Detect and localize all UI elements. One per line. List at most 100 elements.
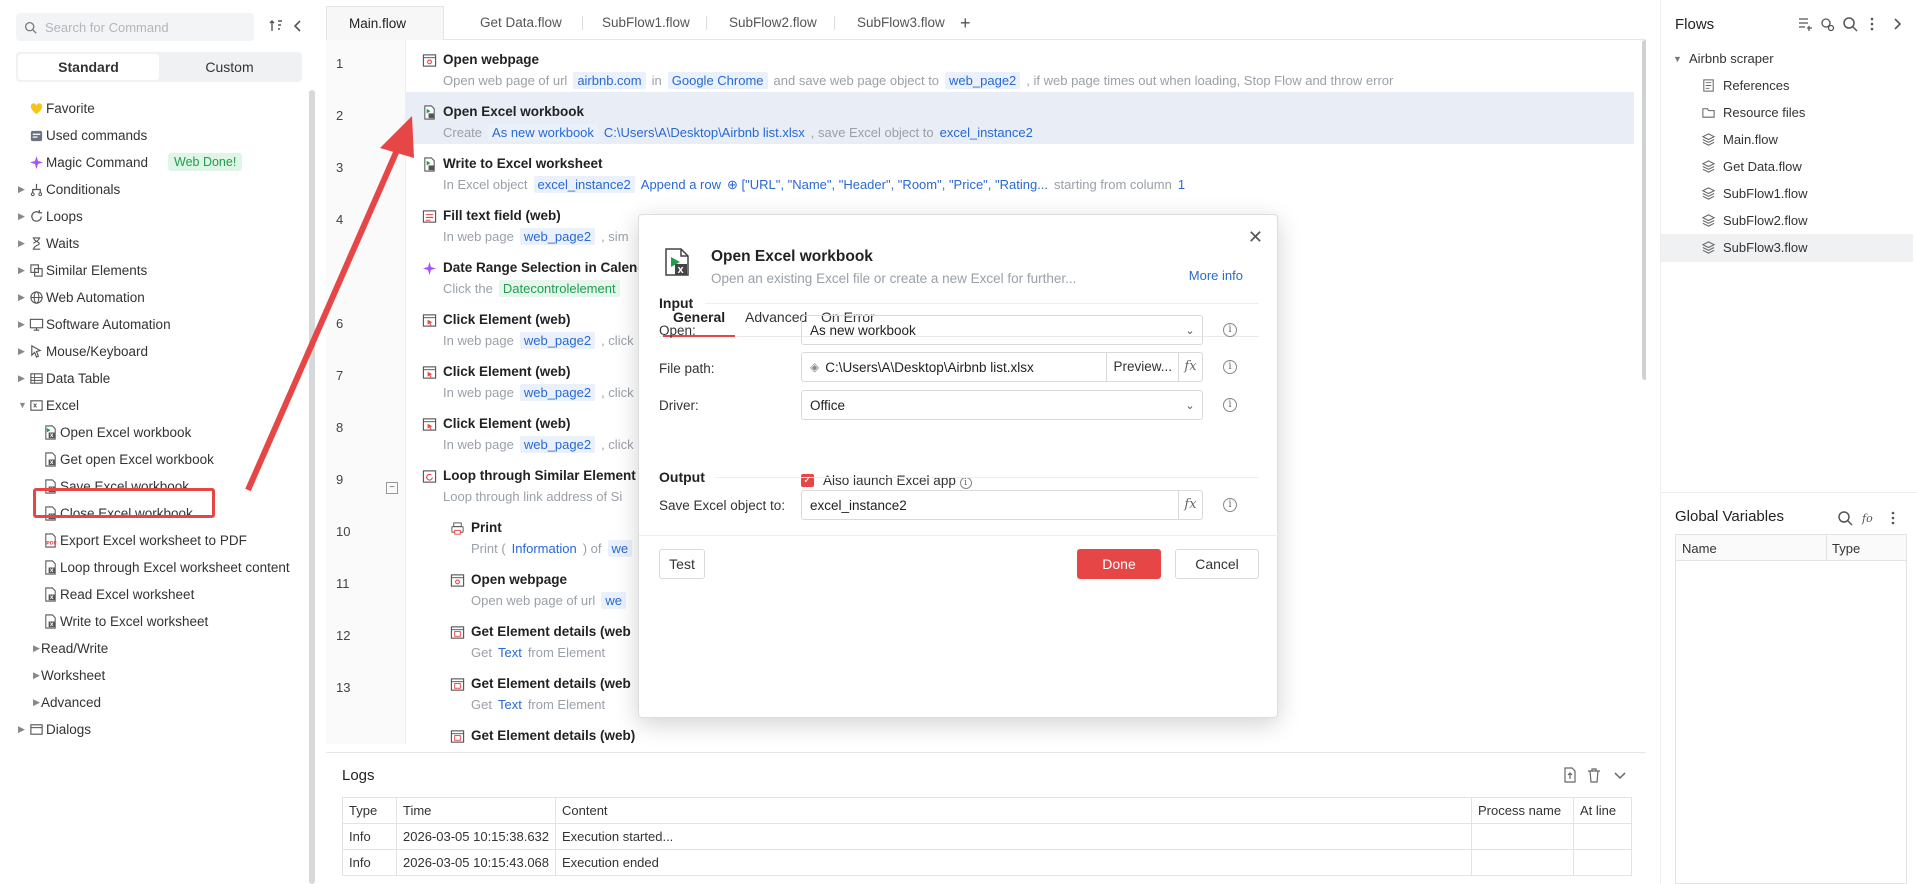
test-button[interactable]: Test xyxy=(659,549,705,579)
info-icon[interactable]: i xyxy=(1223,360,1237,374)
editor-scrollbar[interactable] xyxy=(1642,40,1646,380)
also-launch-checkbox[interactable]: ✓ xyxy=(801,474,814,487)
open-select[interactable]: As new workbook ⌄ xyxy=(801,315,1203,345)
done-button[interactable]: Done xyxy=(1077,549,1161,579)
more-info-link[interactable]: More info xyxy=(1189,268,1243,283)
step-token[interactable]: web_page2 xyxy=(519,228,596,245)
step-token[interactable]: we xyxy=(607,540,633,557)
collapse-loop-button[interactable]: − xyxy=(386,482,398,494)
tree-item-get-open-excel-workbook[interactable]: X Get open Excel workbook xyxy=(0,445,310,473)
tree-item-worksheet[interactable]: ▶ Worksheet xyxy=(0,661,310,689)
step-token[interactable]: Datecontrolelement xyxy=(498,280,620,297)
flow-item-subflow2-flow[interactable]: SubFlow2.flow xyxy=(1661,207,1913,235)
export-log-icon[interactable] xyxy=(1562,767,1578,783)
tab-main-flow[interactable]: Main.flow xyxy=(326,6,444,40)
command-search-input[interactable] xyxy=(45,19,245,35)
tree-item-data-table[interactable]: ▶ Data Table xyxy=(0,364,310,392)
settings-flow-icon[interactable] xyxy=(1819,16,1835,32)
driver-select[interactable]: Office ⌄ xyxy=(801,390,1203,420)
step-token[interactable]: C:\Users\A\Desktop\Airbnb list.xlsx xyxy=(604,125,805,140)
step-token[interactable]: web_page2 xyxy=(945,72,1021,89)
caret-right-icon[interactable]: ▶ xyxy=(18,238,25,249)
info-icon[interactable]: i xyxy=(959,477,972,489)
step-token[interactable]: As new workbook xyxy=(488,124,598,141)
flow-item-get-data-flow[interactable]: Get Data.flow xyxy=(1661,153,1913,181)
table-row[interactable]: Info 2026-03-05 10:15:38.632 Execution s… xyxy=(342,823,1632,850)
tree-item-favorite[interactable]: Favorite xyxy=(0,94,310,122)
tree-item-dialogs[interactable]: ▶ Dialogs xyxy=(0,715,310,743)
tree-item-excel[interactable]: ▼ Excel xyxy=(0,391,310,419)
flow-item-references[interactable]: References xyxy=(1661,72,1913,100)
preview-button[interactable]: Preview... xyxy=(1106,353,1178,381)
add-flow-icon[interactable] xyxy=(1797,16,1813,32)
add-tab-button[interactable]: + xyxy=(960,6,971,40)
search-icon[interactable] xyxy=(1837,510,1853,526)
step-token[interactable]: web_page2 xyxy=(519,436,596,453)
caret-right-icon[interactable]: ▶ xyxy=(18,724,25,735)
info-icon[interactable]: i xyxy=(1223,498,1237,512)
collapse-panel-icon[interactable] xyxy=(290,18,306,34)
tree-item-used-commands[interactable]: Used commands xyxy=(0,121,310,149)
save-variable-field[interactable]: excel_instance2 fx xyxy=(801,490,1203,520)
left-scrollbar[interactable] xyxy=(309,90,315,884)
flow-step[interactable]: Write to Excel worksheet In Excel object e… xyxy=(406,144,1634,196)
tab-subflow3[interactable]: SubFlow3.flow xyxy=(835,6,967,40)
fx-icon[interactable]: fx xyxy=(1178,353,1202,381)
tree-item-write-to-excel-worksheet[interactable]: X Write to Excel worksheet xyxy=(0,607,310,635)
caret-right-icon[interactable]: ▶ xyxy=(18,346,25,357)
step-token[interactable]: web_page2 xyxy=(519,332,596,349)
caret-down-icon[interactable]: ▼ xyxy=(1673,54,1682,64)
tree-item-advanced[interactable]: ▶ Advanced xyxy=(0,688,310,716)
step-token[interactable]: 1 xyxy=(1178,177,1185,192)
step-token[interactable]: Text xyxy=(498,645,522,660)
step-token[interactable]: airbnb.com xyxy=(573,72,646,89)
flow-step[interactable]: Get Element details (web) xyxy=(406,716,1634,744)
caret-down-icon[interactable]: ▼ xyxy=(18,400,27,410)
tree-item-mouse-keyboard[interactable]: ▶ Mouse/Keyboard xyxy=(0,337,310,365)
tab-get-data-flow[interactable]: Get Data.flow xyxy=(458,6,584,40)
tree-item-loop-through-excel-worksheet-content[interactable]: X Loop through Excel worksheet content xyxy=(0,553,310,581)
tab-subflow2[interactable]: SubFlow2.flow xyxy=(707,6,839,40)
chevron-down-icon[interactable] xyxy=(1612,767,1628,783)
tab-custom[interactable]: Custom xyxy=(159,54,300,80)
flow-step[interactable]: Open webpage Open web page of url airbnb.c… xyxy=(406,40,1634,92)
caret-right-icon[interactable]: ▶ xyxy=(18,292,25,303)
info-icon[interactable]: i xyxy=(1223,323,1237,337)
step-token[interactable]: Append a row xyxy=(641,177,721,192)
tree-item-export-excel-worksheet-to-pdf[interactable]: PDF Export Excel worksheet to PDF xyxy=(0,526,310,554)
search-icon[interactable] xyxy=(1842,16,1858,32)
sort-icon[interactable] xyxy=(268,18,284,34)
project-node[interactable]: ▼ Airbnb scraper xyxy=(1661,45,1913,73)
caret-right-icon[interactable]: ▶ xyxy=(33,697,40,708)
step-token[interactable]: excel_instance2 xyxy=(940,125,1033,140)
info-icon[interactable]: i xyxy=(1223,398,1237,412)
flow-item-main-flow[interactable]: Main.flow xyxy=(1661,126,1913,154)
file-path-field[interactable]: ◈ C:\Users\A\Desktop\Airbnb list.xlsx Pr… xyxy=(801,352,1203,382)
tree-item-loops[interactable]: ▶ Loops xyxy=(0,202,310,230)
flow-step[interactable]: Open Excel workbook Create As new workbook… xyxy=(406,92,1634,144)
step-token[interactable]: Information xyxy=(512,541,577,556)
trash-icon[interactable] xyxy=(1586,767,1602,783)
table-row[interactable]: Info 2026-03-05 10:15:43.068 Execution e… xyxy=(342,849,1632,876)
tree-item-waits[interactable]: ▶ Waits xyxy=(0,229,310,257)
fx-icon[interactable]: fx xyxy=(1178,491,1202,519)
caret-right-icon[interactable]: ▶ xyxy=(18,373,25,384)
tree-item-conditionals[interactable]: ▶ Conditionals xyxy=(0,175,310,203)
flow-item-resource-files[interactable]: Resource files xyxy=(1661,99,1913,127)
add-variable-icon[interactable]: fo xyxy=(1861,510,1877,526)
tree-item-magic-command[interactable]: Magic Command Web Done! xyxy=(0,148,310,176)
flow-item-subflow1-flow[interactable]: SubFlow1.flow xyxy=(1661,180,1913,208)
step-token[interactable]: web_page2 xyxy=(519,384,596,401)
step-token[interactable]: ⊕ ["URL", "Name", "Header", "Room", "Pri… xyxy=(727,177,1048,192)
caret-right-icon[interactable]: ▶ xyxy=(18,319,25,330)
more-icon[interactable] xyxy=(1864,16,1880,32)
step-token[interactable]: excel_instance2 xyxy=(533,176,635,193)
step-token[interactable]: Text xyxy=(498,697,522,712)
caret-right-icon[interactable]: ▶ xyxy=(33,643,40,654)
tree-item-web-automation[interactable]: ▶ Web Automation xyxy=(0,283,310,311)
command-search-box[interactable] xyxy=(16,13,254,41)
chevron-right-icon[interactable] xyxy=(1889,16,1905,32)
step-token[interactable]: we xyxy=(601,592,626,609)
more-icon[interactable] xyxy=(1885,510,1901,526)
flow-item-subflow3-flow[interactable]: SubFlow3.flow xyxy=(1661,234,1913,262)
